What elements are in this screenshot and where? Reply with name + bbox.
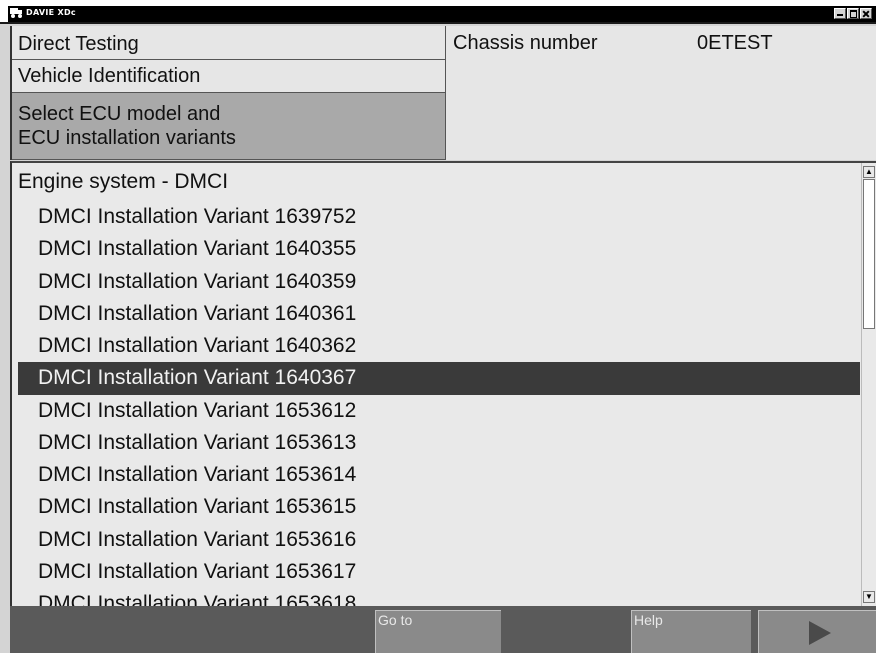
close-button[interactable] <box>860 8 872 19</box>
list-viewport: Engine system - DMCI DMCI Installation V… <box>12 163 862 606</box>
maximize-button[interactable] <box>847 8 859 19</box>
list-item[interactable]: DMCI Installation Variant 1639752 <box>18 201 860 233</box>
list-item[interactable]: DMCI Installation Variant 1653613 <box>18 427 860 459</box>
list-item[interactable]: DMCI Installation Variant 1653615 <box>18 491 860 523</box>
list-item-selected[interactable]: DMCI Installation Variant 1640367 <box>18 362 860 395</box>
list-item[interactable]: DMCI Installation Variant 1640362 <box>18 330 860 362</box>
nav-step-select-ecu-line2: ECU installation variants <box>18 127 236 149</box>
nav-step-select-ecu-line1: Select ECU model and <box>18 103 221 125</box>
list-item[interactable]: DMCI Installation Variant 1640355 <box>18 233 860 265</box>
play-arrow-icon <box>809 621 831 645</box>
help-button[interactable]: Help <box>631 610 751 653</box>
vehicle-info-panel: Chassis number 0ETEST <box>446 26 876 160</box>
chassis-number-value: 0ETEST <box>697 32 773 54</box>
vertical-scrollbar[interactable]: ▲ ▼ <box>861 163 876 606</box>
chassis-number-label: Chassis number <box>453 32 598 54</box>
list-item[interactable]: DMCI Installation Variant 1653612 <box>18 395 860 427</box>
list-rows: DMCI Installation Variant 1639752 DMCI I… <box>18 201 860 606</box>
help-label: Help <box>634 612 663 628</box>
ecu-variant-list: Engine system - DMCI DMCI Installation V… <box>10 161 876 606</box>
list-item[interactable]: DMCI Installation Variant 1640361 <box>18 298 860 330</box>
goto-button[interactable]: Go to <box>375 610 501 653</box>
scrollbar-thumb[interactable] <box>863 179 875 329</box>
list-item[interactable]: DMCI Installation Variant 1653614 <box>18 459 860 491</box>
list-group-header[interactable]: Engine system - DMCI <box>18 170 228 194</box>
list-item[interactable]: DMCI Installation Variant 1653616 <box>18 524 860 556</box>
list-item[interactable]: DMCI Installation Variant 1640359 <box>18 266 860 298</box>
application-window: DAVIE XDc Direct Testing Vehicle Identif… <box>0 0 876 653</box>
nav-step-select-ecu[interactable]: Select ECU model and ECU installation va… <box>12 93 446 160</box>
title-bar-strip <box>8 6 876 22</box>
list-item[interactable]: DMCI Installation Variant 1653617 <box>18 556 860 588</box>
truck-icon <box>10 8 22 18</box>
navigation-steps: Direct Testing Vehicle Identification Se… <box>10 26 446 160</box>
bottom-toolbar: Go to Help <box>10 606 876 653</box>
window-title: DAVIE XDc <box>26 8 76 17</box>
minimize-button[interactable] <box>834 8 846 19</box>
scroll-down-icon[interactable]: ▼ <box>863 591 875 603</box>
list-item[interactable]: DMCI Installation Variant 1653618 <box>18 588 860 606</box>
next-button[interactable] <box>758 610 876 653</box>
nav-step-direct-testing[interactable]: Direct Testing <box>12 26 446 60</box>
scroll-up-icon[interactable]: ▲ <box>863 166 875 178</box>
goto-label: Go to <box>378 612 413 628</box>
title-bar: DAVIE XDc <box>0 0 876 24</box>
nav-step-vehicle-identification[interactable]: Vehicle Identification <box>12 60 446 93</box>
